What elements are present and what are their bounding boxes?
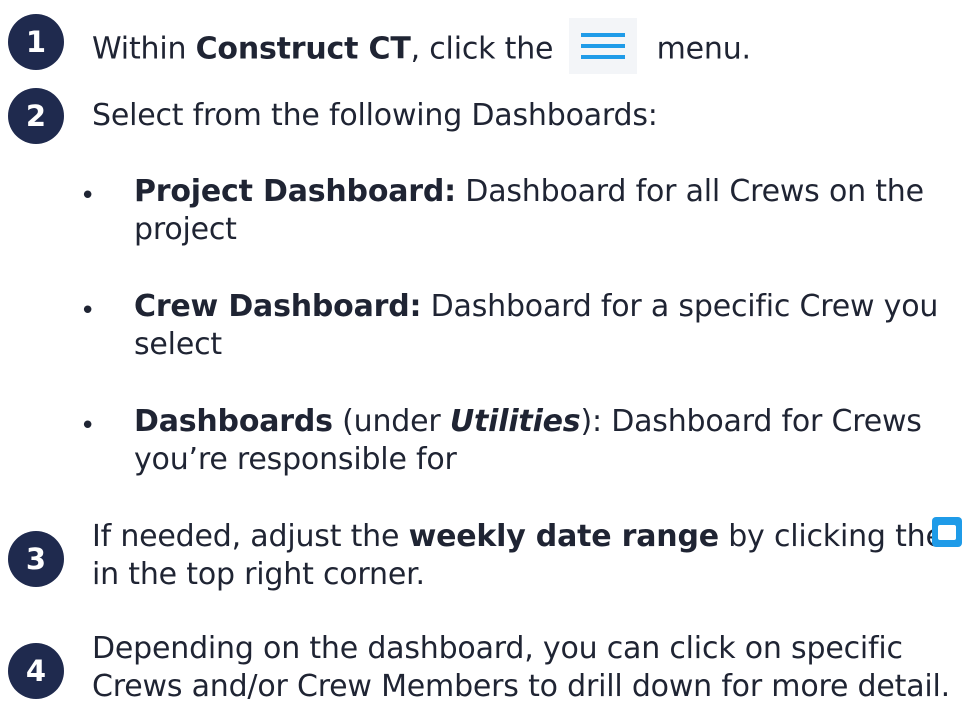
step-2-badge: 2 [8,88,64,144]
utilities-dashboards-desc-line2: you’re responsible for [134,442,457,477]
utilities-dashboards-desc-a: (under [332,404,450,439]
step-1-number: 1 [25,25,47,59]
step-4-badge: 4 [8,643,64,699]
crew-dashboard-desc: Dashboard for a specific Crew you [421,289,939,324]
project-dashboard-item: Project Dashboard: Dashboard for all Cre… [134,173,964,249]
step-3-text-line2: in the top right corner. [92,557,425,592]
project-dashboard-desc: Dashboard for all Crews on the [455,174,924,209]
dashboard-bullet-3: • [80,411,96,441]
step-3-text-line1: If needed, adjust the weekly date range … [92,518,944,556]
step-3-mid: by clicking the [718,519,944,554]
step-3-number: 3 [25,542,47,576]
step-1-pre: Within [92,31,196,67]
step-1-badge: 1 [8,14,64,70]
utilities-dashboards-desc-b: ): Dashboard for Crews [580,404,922,439]
step-3-bold: weekly date range [408,519,720,554]
step-1-mid: , click the [410,31,563,67]
crew-dashboard-desc-line2: select [134,327,222,362]
project-dashboard-desc-line2: project [134,212,237,247]
calendar-icon [932,517,962,547]
step-1-app-name: Construct CT [195,31,411,67]
step-4-number: 4 [25,654,47,688]
step-4-text-line2: Crews and/or Crew Members to drill down … [92,669,951,704]
utilities-dashboards-item: Dashboards (under Utilities): Dashboard … [134,403,964,479]
step-2-number: 2 [25,99,47,133]
hamburger-menu-icon [568,18,637,74]
utilities-label: Utilities [449,404,581,439]
step-2-text: Select from the following Dashboards: [92,98,658,133]
crew-dashboard-item: Crew Dashboard: Dashboard for a specific… [134,288,964,364]
crew-dashboard-label: Crew Dashboard: [134,289,422,324]
step-3-badge: 3 [8,531,64,587]
step-1-text: Within Construct CT, click the menu. [92,18,751,78]
step-4-text-line1: Depending on the dashboard, you can clic… [92,631,903,666]
project-dashboard-label: Project Dashboard: [134,174,456,209]
dashboard-bullet-1: • [80,181,96,211]
step-1-post: menu. [656,31,751,67]
dashboard-bullet-2: • [80,296,96,326]
step-3-pre: If needed, adjust the [92,519,409,554]
utilities-dashboards-label: Dashboards [134,404,333,439]
